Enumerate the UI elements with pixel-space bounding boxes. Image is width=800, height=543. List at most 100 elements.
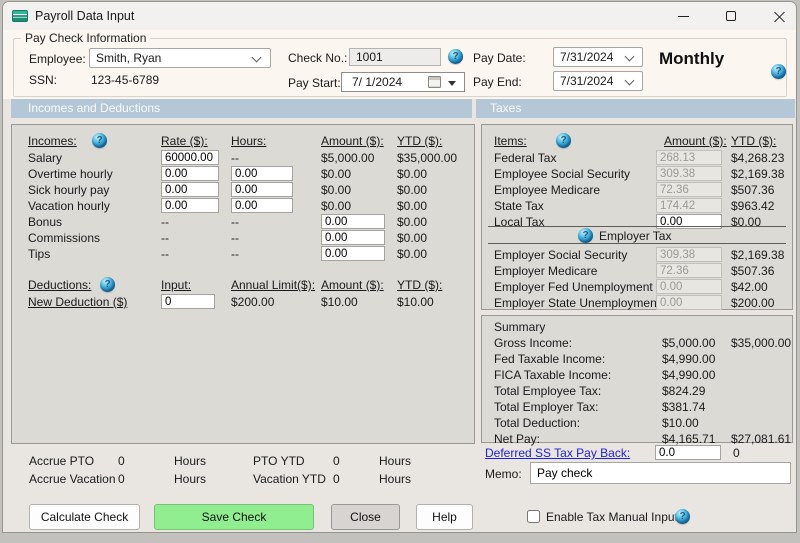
help-icon-incomes[interactable]: ? [92, 133, 107, 148]
check-no-value: 1001 [356, 50, 383, 64]
close-dialog-button[interactable]: Close [331, 504, 400, 530]
commissions-ytd: $0.00 [397, 231, 428, 245]
pay-end-dropdown[interactable]: 7/31/2024 [553, 71, 643, 91]
new-deduction-link[interactable]: New Deduction ($) [28, 294, 127, 310]
help-button[interactable]: Help [416, 504, 473, 530]
col-annual-limit: Annual Limit($): [231, 278, 316, 292]
help-icon-taxes[interactable]: ? [556, 133, 571, 148]
emp-ss-ytd: $2,169.38 [731, 167, 785, 181]
help-icon-tax-manual[interactable]: ? [675, 509, 690, 524]
row-label: Commissions [28, 231, 101, 245]
employer-ss-input [656, 247, 722, 262]
federal-tax-input [656, 150, 722, 165]
salary-hours: -- [231, 151, 239, 165]
commissions-amount-input[interactable] [321, 230, 385, 245]
summary-panel: Summary Gross Income: $5,000.00 $35,000.… [481, 315, 793, 446]
sick-rate-input[interactable] [161, 182, 219, 197]
employer-tax-divider-top [488, 226, 786, 227]
incomes-title: Incomes: [28, 134, 77, 148]
accrue-vacation-unit: Hours [174, 472, 207, 486]
row-label: Employer State Unemployment [494, 296, 661, 310]
employee-dropdown[interactable]: Smith, Ryan [89, 48, 271, 68]
close-button[interactable] [758, 2, 796, 30]
overtime-hours-input[interactable] [231, 166, 293, 181]
local-tax-ytd: $0.00 [731, 215, 762, 229]
pay-end-label: Pay End: [473, 75, 522, 89]
ssn-label: SSN: [29, 73, 58, 87]
col-ytd: YTD ($): [397, 134, 443, 148]
pay-date-label: Pay Date: [473, 51, 526, 65]
deductions-title: Deductions: [28, 278, 92, 292]
save-check-button[interactable]: Save Check [154, 504, 314, 530]
tips-amount-input[interactable] [321, 246, 385, 261]
pay-start-datepicker[interactable]: 7/ 1/2024 [341, 72, 465, 92]
ssn-value: 123-45-6789 [91, 73, 160, 87]
accrue-pto-label: Accrue PTO [29, 454, 95, 468]
tips-hours: -- [231, 247, 239, 261]
overtime-ytd: $0.00 [397, 167, 428, 181]
sick-hours-input[interactable] [231, 182, 293, 197]
memo-label: Memo: [485, 467, 522, 481]
pay-date-dropdown[interactable]: 7/31/2024 [553, 47, 643, 67]
help-icon-check-no[interactable]: ? [448, 49, 463, 64]
total-deduction-value: $10.00 [662, 416, 699, 430]
row-label: Total Employer Tax: [494, 400, 599, 414]
overtime-amount: $0.00 [321, 167, 352, 181]
employer-ss-ytd: $2,169.38 [731, 248, 785, 262]
accrue-pto-value: 0 [118, 454, 125, 468]
chevron-down-icon [251, 52, 262, 63]
help-icon-employer-tax[interactable]: ? [578, 228, 593, 243]
check-no-label: Check No.: [288, 51, 348, 65]
col-tax-ytd: YTD ($): [731, 134, 777, 148]
incomes-panel: Incomes: ? Rate ($): Hours: Amount ($): … [11, 124, 475, 444]
row-label: Employer Social Security [494, 248, 628, 262]
pay-start-value: 7/ 1/2024 [352, 75, 403, 89]
row-label: Local Tax [494, 215, 545, 229]
new-deduction-input[interactable] [161, 294, 215, 309]
title-bar: Payroll Data Input [3, 2, 796, 30]
minimize-button[interactable] [662, 2, 706, 30]
employee-value: Smith, Ryan [96, 51, 162, 65]
pto-ytd-label: PTO YTD [253, 454, 305, 468]
calendar-icon [428, 76, 441, 88]
bonus-ytd: $0.00 [397, 215, 428, 229]
vacation-rate-input[interactable] [161, 198, 219, 213]
enable-tax-manual-checkbox[interactable] [527, 510, 540, 523]
bonus-amount-input[interactable] [321, 214, 385, 229]
chevron-down-icon [624, 75, 635, 86]
row-label: Sick hourly pay [28, 183, 110, 197]
vacation-amount: $0.00 [321, 199, 352, 213]
row-label: Salary [28, 151, 63, 165]
vacation-hours-input[interactable] [231, 198, 293, 213]
check-no-input[interactable]: 1001 [349, 48, 441, 66]
commissions-hours: -- [231, 231, 239, 245]
salary-rate-input[interactable] [161, 150, 219, 165]
row-label: Employee Medicare [494, 183, 601, 197]
overtime-rate-input[interactable] [161, 166, 219, 181]
row-label: Fed Taxable Income: [494, 352, 606, 366]
federal-tax-ytd: $4,268.23 [731, 151, 785, 165]
row-label: Overtime hourly [28, 167, 113, 181]
fica-taxable-value: $4,990.00 [662, 368, 716, 382]
accrue-vacation-value: 0 [118, 472, 125, 486]
row-label: Total Employee Tax: [494, 384, 602, 398]
employer-fed-unemp-ytd: $42.00 [731, 280, 768, 294]
help-icon-deductions[interactable]: ? [100, 277, 115, 292]
row-label: Federal Tax [494, 151, 557, 165]
taxes-items-title: Items: [494, 134, 527, 148]
employer-medicare-ytd: $507.36 [731, 264, 775, 278]
row-label: Employee Social Security [494, 167, 631, 181]
commissions-rate: -- [161, 231, 169, 245]
row-label: Vacation hourly [28, 199, 110, 213]
deduction-annual-limit: $200.00 [231, 295, 275, 309]
employer-tax-section-label: Employer Tax [599, 229, 672, 243]
memo-input[interactable] [530, 462, 791, 484]
help-icon-frequency[interactable]: ? [771, 64, 786, 79]
vacation-ytd-unit: Hours [379, 472, 412, 486]
taxes-panel: Items: ? Amount ($): YTD ($): Federal Ta… [481, 124, 793, 310]
maximize-button[interactable] [710, 2, 754, 30]
calculate-check-button[interactable]: Calculate Check [29, 504, 140, 530]
gross-income-ytd: $35,000.00 [731, 336, 792, 350]
accrue-pto-unit: Hours [174, 454, 207, 468]
minimize-icon [678, 16, 689, 17]
